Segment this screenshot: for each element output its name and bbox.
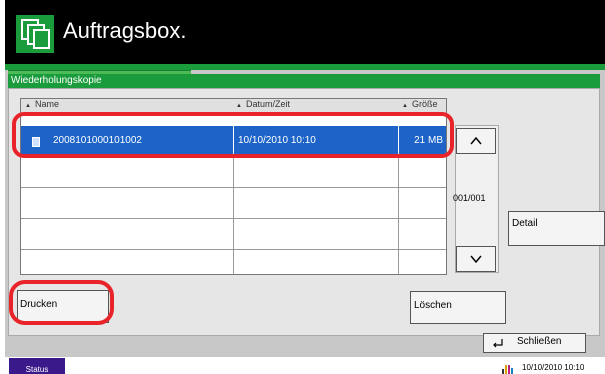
close-button[interactable]: Schließen bbox=[483, 333, 586, 353]
column-header-datetime[interactable]: ▲ Datum/Zeit bbox=[236, 99, 396, 113]
file-name-cell: 2008101000101002 bbox=[21, 126, 234, 156]
return-arrow-icon bbox=[493, 339, 503, 348]
size-cell: 21 MB bbox=[414, 135, 443, 146]
sort-arrow-icon: ▲ bbox=[236, 103, 242, 109]
header-bar: Auftragsbox. bbox=[5, 0, 605, 64]
chevron-down-icon bbox=[470, 255, 482, 264]
file-icon bbox=[32, 137, 40, 147]
table-row bbox=[21, 250, 446, 274]
scroll-up-button[interactable] bbox=[456, 128, 496, 154]
datetime-cell: 10/10/2010 10:10 bbox=[234, 126, 399, 156]
column-header-name[interactable]: ▲ Name bbox=[25, 99, 230, 113]
table-header: ▲ Name ▲ Datum/Zeit ▲ Größe bbox=[21, 99, 446, 114]
delete-button[interactable]: Löschen bbox=[410, 291, 506, 324]
job-table: ▲ Name ▲ Datum/Zeit ▲ Größe 200810100010100… bbox=[20, 98, 447, 275]
table-row bbox=[21, 157, 446, 188]
status-button[interactable]: Status bbox=[9, 358, 65, 374]
job-box-screen: Auftragsbox. Wiederholungskopie ▲ Name ▲ D… bbox=[5, 0, 605, 374]
column-header-size[interactable]: ▲ Größe bbox=[402, 99, 446, 113]
copy-pages-icon bbox=[16, 15, 54, 53]
status-bar bbox=[5, 357, 605, 374]
table-row bbox=[21, 219, 446, 250]
scroll-down-button[interactable] bbox=[456, 246, 496, 272]
detail-button[interactable]: Detail bbox=[508, 211, 605, 246]
sort-arrow-icon: ▲ bbox=[25, 103, 31, 109]
sort-arrow-icon: ▲ bbox=[402, 103, 408, 109]
page-counter: 001/001 bbox=[453, 193, 486, 203]
print-button[interactable]: Drucken bbox=[17, 290, 109, 323]
section-title: Wiederholungskopie bbox=[8, 74, 600, 88]
table-row[interactable]: 2008101000101002 10/10/2010 10:10 21 MB bbox=[21, 126, 446, 157]
table-row bbox=[21, 188, 446, 219]
signal-icon bbox=[502, 365, 513, 374]
page-title: Auftragsbox. bbox=[63, 18, 187, 43]
chevron-up-icon bbox=[470, 136, 482, 145]
clock: 10/10/2010 10:10 bbox=[522, 363, 585, 372]
